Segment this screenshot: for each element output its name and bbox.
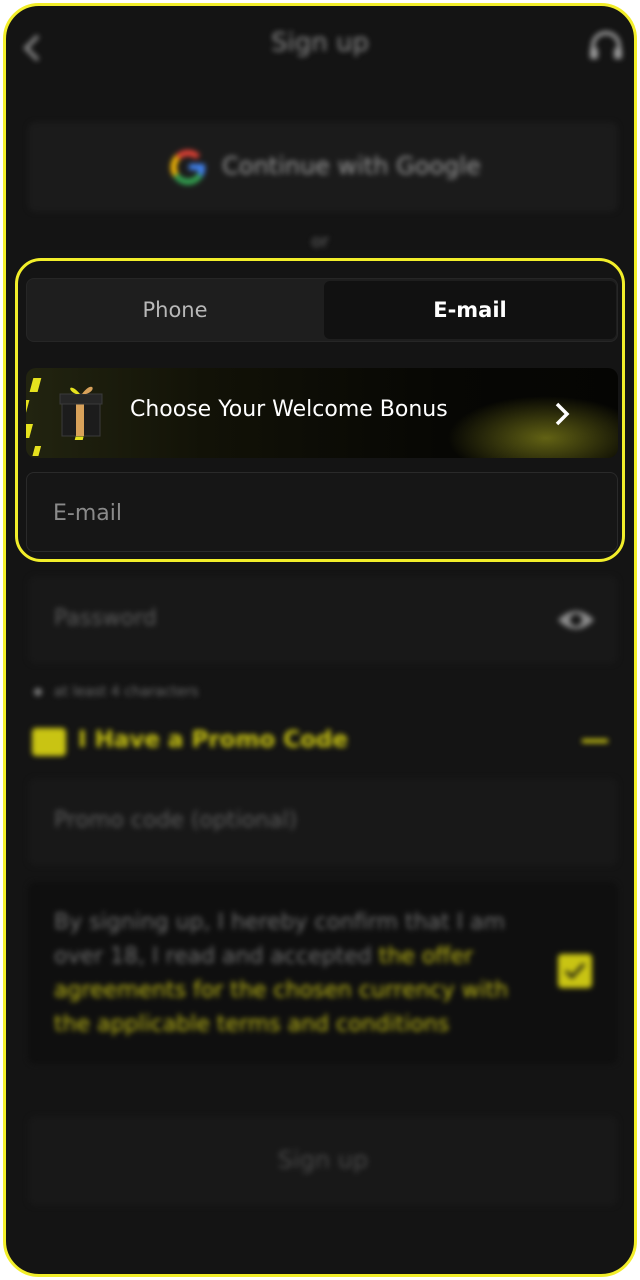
promo-code-title: I Have a Promo Code bbox=[78, 727, 348, 753]
terms-text: By signing up, I hereby confirm that I a… bbox=[54, 906, 544, 1042]
sign-up-button[interactable]: Sign up bbox=[28, 1116, 618, 1206]
password-hint: at least 4 characters bbox=[34, 684, 199, 700]
password-placeholder: Password bbox=[54, 606, 157, 631]
or-divider: or bbox=[311, 232, 329, 252]
terms-agreement: By signing up, I hereby confirm that I a… bbox=[28, 882, 618, 1064]
eye-icon[interactable] bbox=[556, 604, 596, 636]
promo-code-placeholder: Promo code (optional) bbox=[54, 808, 298, 833]
promo-code-input[interactable]: Promo code (optional) bbox=[28, 778, 618, 866]
minus-icon[interactable] bbox=[582, 739, 608, 743]
google-icon bbox=[170, 149, 206, 185]
sign-up-button-label: Sign up bbox=[277, 1146, 369, 1174]
continue-with-google-button[interactable]: Continue with Google bbox=[28, 122, 618, 212]
terms-checkbox[interactable] bbox=[558, 954, 592, 988]
password-hint-text: at least 4 characters bbox=[54, 684, 199, 700]
signup-screen: Sign up Continue with Google or Phone E-… bbox=[3, 3, 637, 1277]
google-button-label: Continue with Google bbox=[222, 152, 481, 180]
page-title: Sign up bbox=[271, 28, 369, 58]
support-headset-icon[interactable] bbox=[588, 30, 624, 66]
password-field[interactable]: Password bbox=[28, 576, 618, 664]
promo-code-toggle[interactable]: I Have a Promo Code bbox=[28, 722, 618, 762]
top-bar: Sign up bbox=[6, 6, 634, 86]
bullet-icon bbox=[34, 688, 42, 696]
ticket-icon bbox=[32, 728, 66, 756]
highlight-outline bbox=[15, 258, 625, 562]
